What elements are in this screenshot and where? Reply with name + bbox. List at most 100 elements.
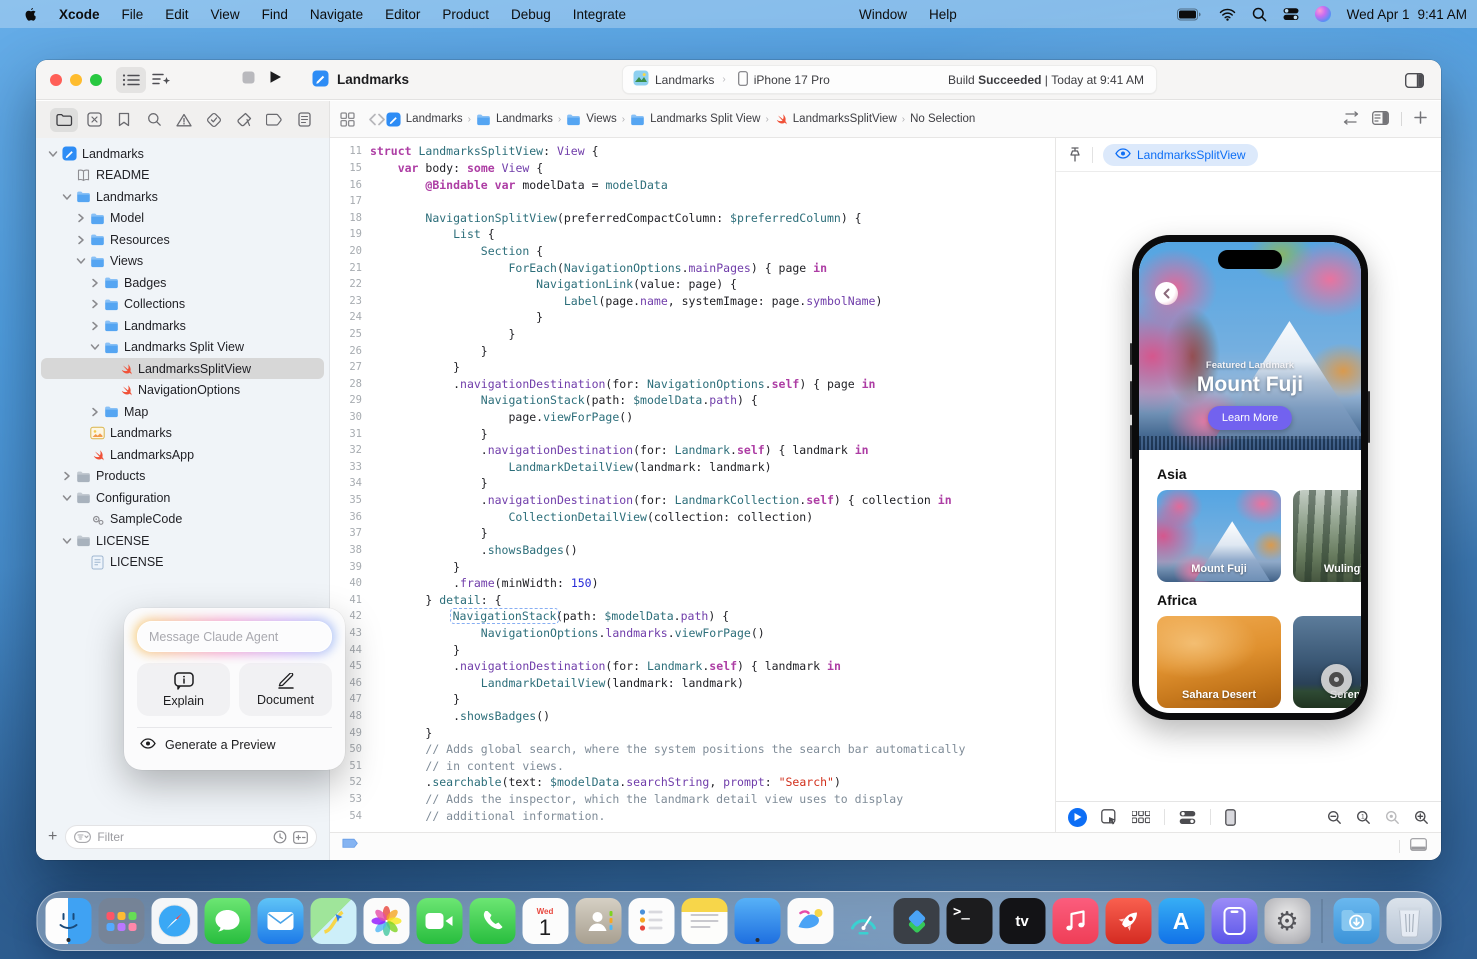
code-line-25[interactable]: 25 }	[330, 326, 1055, 343]
scheme-device[interactable]: iPhone 17 Pro	[728, 71, 836, 89]
code-editor[interactable]: 11struct LandmarksSplitView: View {15 va…	[330, 138, 1055, 832]
code-line-49[interactable]: 49 }	[330, 724, 1055, 741]
code-line-20[interactable]: 20 Section {	[330, 243, 1055, 260]
dock-mail-icon[interactable]	[257, 898, 303, 944]
code-line-27[interactable]: 27 }	[330, 359, 1055, 376]
zoom-in-icon[interactable]	[1414, 810, 1429, 825]
disclosure-open-icon[interactable]	[60, 192, 74, 202]
disclosure-closed-icon[interactable]	[60, 471, 74, 481]
disclosure-open-icon[interactable]	[60, 493, 74, 503]
dock-freeform-icon[interactable]	[787, 898, 833, 944]
code-line-39[interactable]: 39 }	[330, 558, 1055, 575]
dock-messages-icon[interactable]	[204, 898, 250, 944]
back-icon[interactable]	[368, 113, 377, 126]
disclosure-open-icon[interactable]	[88, 342, 102, 352]
dock-terminal-icon[interactable]: >_	[946, 898, 992, 944]
code-line-34[interactable]: 34 }	[330, 475, 1055, 492]
landmark-card-wulingyuan[interactable]: Wulingyuan	[1293, 490, 1361, 582]
jump-crumb-landmarks[interactable]: Landmarks	[386, 112, 463, 127]
dock-notes-icon[interactable]	[681, 898, 727, 944]
menu-clock[interactable]: Wed Apr 1 9:41 AM	[1347, 7, 1467, 22]
tree-item-license[interactable]: LICENSE	[36, 530, 329, 552]
build-status[interactable]: Build Succeeded | Today at 9:41 AM	[948, 73, 1156, 87]
back-button[interactable]	[1155, 282, 1178, 305]
inspector-toggle-icon[interactable]	[1399, 67, 1429, 93]
code-line-50[interactable]: 50 // Adds global search, where the syst…	[330, 741, 1055, 758]
jump-crumb-no-selection[interactable]: No Selection	[910, 113, 975, 125]
disclosure-open-icon[interactable]	[46, 149, 60, 159]
code-line-42[interactable]: 42 NavigationStack(path: $modelData.path…	[330, 608, 1055, 625]
dock-appstore-icon[interactable]: A	[1158, 898, 1204, 944]
source-control-navigator-icon[interactable]	[80, 108, 108, 132]
tree-item-readme[interactable]: README	[36, 165, 329, 187]
dock-photos-icon[interactable]	[363, 898, 409, 944]
code-line-22[interactable]: 22 NavigationLink(value: page) {	[330, 276, 1055, 293]
code-line-45[interactable]: 45 .navigationDestination(for: Landmark.…	[330, 658, 1055, 675]
menu-window[interactable]: Window	[848, 7, 918, 22]
navigator-toggle-icon[interactable]	[116, 67, 146, 93]
code-line-16[interactable]: 16 @Bindable var modelData = modelData	[330, 176, 1055, 193]
test-navigator-icon[interactable]	[200, 108, 228, 132]
learn-more-button[interactable]: Learn More	[1208, 406, 1292, 430]
bookmark-navigator-icon[interactable]	[110, 108, 138, 132]
tree-item-landmarks[interactable]: Landmarks	[36, 315, 329, 337]
tree-item-samplecode[interactable]: SampleCode	[36, 509, 329, 531]
menu-file[interactable]: File	[111, 7, 155, 22]
disclosure-closed-icon[interactable]	[88, 299, 102, 309]
code-line-18[interactable]: 18 NavigationSplitView(preferredCompactC…	[330, 209, 1055, 226]
code-line-40[interactable]: 40 .frame(minWidth: 150)	[330, 575, 1055, 592]
tree-item-badges[interactable]: Badges	[36, 272, 329, 294]
dock-xcode-icon[interactable]	[734, 898, 780, 944]
tree-item-navigationoptions[interactable]: NavigationOptions	[36, 380, 329, 402]
control-center-icon[interactable]	[1283, 6, 1299, 22]
disclosure-closed-icon[interactable]	[88, 407, 102, 417]
code-line-33[interactable]: 33 LandmarkDetailView(landmark: landmark…	[330, 459, 1055, 476]
dock-phone-icon[interactable]	[469, 898, 515, 944]
tree-item-map[interactable]: Map	[36, 401, 329, 423]
dock-reminders-icon[interactable]	[628, 898, 674, 944]
dock-simulator-icon[interactable]	[1211, 898, 1257, 944]
scheme-app[interactable]: Landmarks	[623, 70, 720, 89]
project-navigator-icon[interactable]	[50, 108, 78, 132]
preview-target-pill[interactable]: LandmarksSplitView	[1103, 144, 1258, 166]
disclosure-closed-icon[interactable]	[88, 321, 102, 331]
menu-integrate[interactable]: Integrate	[562, 7, 637, 22]
code-line-36[interactable]: 36 CollectionDetailView(collection: coll…	[330, 508, 1055, 525]
iphone-preview[interactable]: Featured Landmark Mount Fuji Learn More …	[1132, 235, 1368, 720]
tree-item-products[interactable]: Products	[36, 466, 329, 488]
battery-icon[interactable]	[1177, 8, 1203, 21]
document-button[interactable]: Document	[239, 663, 332, 716]
tree-item-landmarkssplitview[interactable]: LandmarksSplitView	[36, 358, 329, 380]
device-icon[interactable]	[1225, 809, 1236, 826]
dock-trash-icon[interactable]	[1386, 898, 1432, 944]
variants-icon[interactable]	[1132, 811, 1150, 824]
dock-settings-icon[interactable]: ⚙	[1264, 898, 1310, 944]
menu-product[interactable]: Product	[431, 7, 500, 22]
tree-item-landmarks[interactable]: Landmarks	[36, 186, 329, 208]
dock-finder-icon[interactable]	[45, 898, 91, 944]
issue-navigator-icon[interactable]	[170, 108, 198, 132]
code-line-37[interactable]: 37 }	[330, 525, 1055, 542]
stop-button[interactable]	[242, 71, 255, 89]
zoom-actual-icon[interactable]: 1	[1356, 810, 1371, 825]
zoom-button[interactable]	[90, 74, 102, 86]
pin-icon[interactable]	[1068, 146, 1082, 163]
live-preview-icon[interactable]	[1068, 808, 1087, 827]
dock-layers-icon[interactable]	[893, 898, 939, 944]
tree-item-landmarksapp[interactable]: LandmarksApp	[36, 444, 329, 466]
search-icon[interactable]	[1252, 7, 1267, 22]
disclosure-open-icon[interactable]	[74, 256, 88, 266]
tree-item-landmarks[interactable]: Landmarks	[36, 423, 329, 445]
dock-downloads-icon[interactable]	[1333, 898, 1379, 944]
code-line-19[interactable]: 19 List {	[330, 226, 1055, 243]
dock-rocket-icon[interactable]	[1105, 898, 1151, 944]
dock-music-icon[interactable]	[1052, 898, 1098, 944]
menu-debug[interactable]: Debug	[500, 7, 562, 22]
menu-edit[interactable]: Edit	[154, 7, 199, 22]
dock-calendar-icon[interactable]: Wed1	[522, 898, 568, 944]
disclosure-open-icon[interactable]	[60, 536, 74, 546]
disclosure-closed-icon[interactable]	[74, 235, 88, 245]
related-items-icon[interactable]	[340, 112, 355, 127]
code-line-24[interactable]: 24 }	[330, 309, 1055, 326]
tree-item-model[interactable]: Model	[36, 208, 329, 230]
